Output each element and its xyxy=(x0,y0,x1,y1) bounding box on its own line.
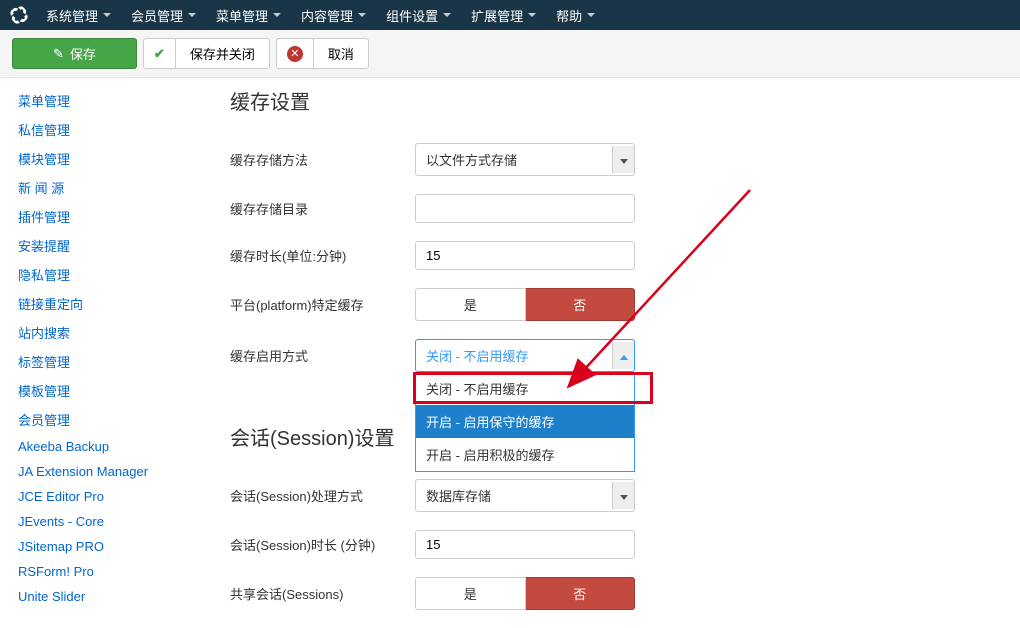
field-label: 会话(Session)处理方式 xyxy=(230,486,415,505)
sidebar-item[interactable]: JCE Editor Pro xyxy=(12,484,188,509)
save-button[interactable]: ✎保存 xyxy=(12,38,137,69)
nav-components[interactable]: 组件设置 xyxy=(376,0,461,30)
cache-enable-dropdown: 关闭 - 不启用缓存 开启 - 启用保守的缓存 开启 - 启用积极的缓存 xyxy=(415,372,635,472)
sidebar-item[interactable]: 模块管理 xyxy=(12,144,188,173)
field-cache-path: 缓存存储目录 xyxy=(230,194,1000,223)
action-toolbar: ✎保存 ✔ 保存并关闭 ✕ 取消 xyxy=(0,30,1020,78)
nav-help[interactable]: 帮助 xyxy=(546,0,605,30)
radio-yes[interactable]: 是 xyxy=(415,288,526,321)
cancel-group: ✕ 取消 xyxy=(276,38,369,69)
sidebar-item[interactable]: JSitemap PRO xyxy=(12,534,188,559)
sidebar-item[interactable]: 安装提醒 xyxy=(12,231,188,260)
nav-members[interactable]: 会员管理 xyxy=(121,0,206,30)
dropdown-option[interactable]: 关闭 - 不启用缓存 xyxy=(416,372,634,405)
field-session-shared: 共享会话(Sessions) 是 否 xyxy=(230,577,1000,610)
field-cache-platform: 平台(platform)特定缓存 是 否 xyxy=(230,288,1000,321)
top-navigation: 系统管理 会员管理 菜单管理 内容管理 组件设置 扩展管理 帮助 xyxy=(0,0,1020,30)
sidebar-item[interactable]: RSForm! Pro xyxy=(12,559,188,584)
sidebar: 菜单管理 私信管理 模块管理 新 闻 源 插件管理 安装提醒 隐私管理 链接重定… xyxy=(0,86,200,628)
caret-icon xyxy=(358,13,366,17)
sidebar-item[interactable]: 链接重定向 xyxy=(12,289,188,318)
apply-icon: ✎ xyxy=(53,46,64,62)
field-label: 共享会话(Sessions) xyxy=(230,584,415,603)
chevron-down-icon xyxy=(612,482,634,509)
cache-handler-select[interactable]: 以文件方式存储 xyxy=(415,143,635,176)
session-time-input[interactable] xyxy=(415,530,635,559)
sidebar-item[interactable]: JA Extension Manager xyxy=(12,459,188,484)
check-icon: ✔ xyxy=(154,46,165,62)
field-label: 缓存时长(单位:分钟) xyxy=(230,246,415,265)
sidebar-item[interactable]: 隐私管理 xyxy=(12,260,188,289)
radio-yes[interactable]: 是 xyxy=(415,577,526,610)
sidebar-item[interactable]: 标签管理 xyxy=(12,347,188,376)
cancel-button[interactable]: 取消 xyxy=(313,38,369,69)
main-area: 菜单管理 私信管理 模块管理 新 闻 源 插件管理 安装提醒 隐私管理 链接重定… xyxy=(0,78,1020,628)
dropdown-option[interactable]: 开启 - 启用积极的缓存 xyxy=(416,438,634,471)
cancel-icon-button[interactable]: ✕ xyxy=(276,38,313,69)
sidebar-item[interactable]: 站内搜索 xyxy=(12,318,188,347)
cache-path-input[interactable] xyxy=(415,194,635,223)
nav-content[interactable]: 内容管理 xyxy=(291,0,376,30)
content-panel: 缓存设置 缓存存储方法 以文件方式存储 缓存存储目录 缓存时长(单位:分钟) 平… xyxy=(200,86,1020,628)
field-label: 会话(Session)时长 (分钟) xyxy=(230,535,415,554)
caret-icon xyxy=(587,13,595,17)
nav-menu[interactable]: 菜单管理 xyxy=(206,0,291,30)
sidebar-item[interactable]: 新 闻 源 xyxy=(12,173,188,202)
field-cache-enable: 缓存启用方式 关闭 - 不启用缓存 关闭 - 不启用缓存 开启 - 启用保守的缓… xyxy=(230,339,1000,372)
cache-enable-select[interactable]: 关闭 - 不启用缓存 关闭 - 不启用缓存 开启 - 启用保守的缓存 开启 - … xyxy=(415,339,635,372)
sidebar-item[interactable]: 私信管理 xyxy=(12,115,188,144)
caret-icon xyxy=(528,13,536,17)
sidebar-item[interactable]: 菜单管理 xyxy=(12,86,188,115)
cache-time-input[interactable] xyxy=(415,241,635,270)
radio-no[interactable]: 否 xyxy=(526,288,636,321)
field-label: 平台(platform)特定缓存 xyxy=(230,295,415,314)
caret-icon xyxy=(188,13,196,17)
field-label: 缓存存储目录 xyxy=(230,199,415,218)
save-close-icon-button[interactable]: ✔ xyxy=(143,38,175,69)
field-cache-time: 缓存时长(单位:分钟) xyxy=(230,241,1000,270)
sidebar-item[interactable]: Akeeba Backup xyxy=(12,434,188,459)
sidebar-item[interactable]: 会员管理 xyxy=(12,405,188,434)
caret-icon xyxy=(103,13,111,17)
field-session-time: 会话(Session)时长 (分钟) xyxy=(230,530,1000,559)
sidebar-item[interactable]: 模板管理 xyxy=(12,376,188,405)
save-close-group: ✔ 保存并关闭 xyxy=(143,38,270,69)
sidebar-item[interactable]: JEvents - Core xyxy=(12,509,188,534)
session-handler-select[interactable]: 数据库存储 xyxy=(415,479,635,512)
sidebar-item[interactable]: Unite Slider xyxy=(12,584,188,609)
caret-icon xyxy=(273,13,281,17)
nav-system[interactable]: 系统管理 xyxy=(36,0,121,30)
field-cache-handler: 缓存存储方法 以文件方式存储 xyxy=(230,143,1000,176)
cancel-icon: ✕ xyxy=(287,46,303,62)
chevron-down-icon xyxy=(612,146,634,173)
joomla-logo-icon xyxy=(10,6,28,24)
field-session-handler: 会话(Session)处理方式 数据库存储 xyxy=(230,479,1000,512)
radio-no[interactable]: 否 xyxy=(526,577,636,610)
sidebar-item[interactable]: 插件管理 xyxy=(12,202,188,231)
field-label: 缓存存储方法 xyxy=(230,150,415,169)
save-close-button[interactable]: 保存并关闭 xyxy=(175,38,270,69)
nav-extensions[interactable]: 扩展管理 xyxy=(461,0,546,30)
field-label: 缓存启用方式 xyxy=(230,346,415,365)
dropdown-option[interactable]: 开启 - 启用保守的缓存 xyxy=(416,405,634,438)
cache-section-title: 缓存设置 xyxy=(230,86,1000,115)
chevron-up-icon xyxy=(612,342,634,369)
session-shared-toggle: 是 否 xyxy=(415,577,635,610)
caret-icon xyxy=(443,13,451,17)
platform-cache-toggle: 是 否 xyxy=(415,288,635,321)
